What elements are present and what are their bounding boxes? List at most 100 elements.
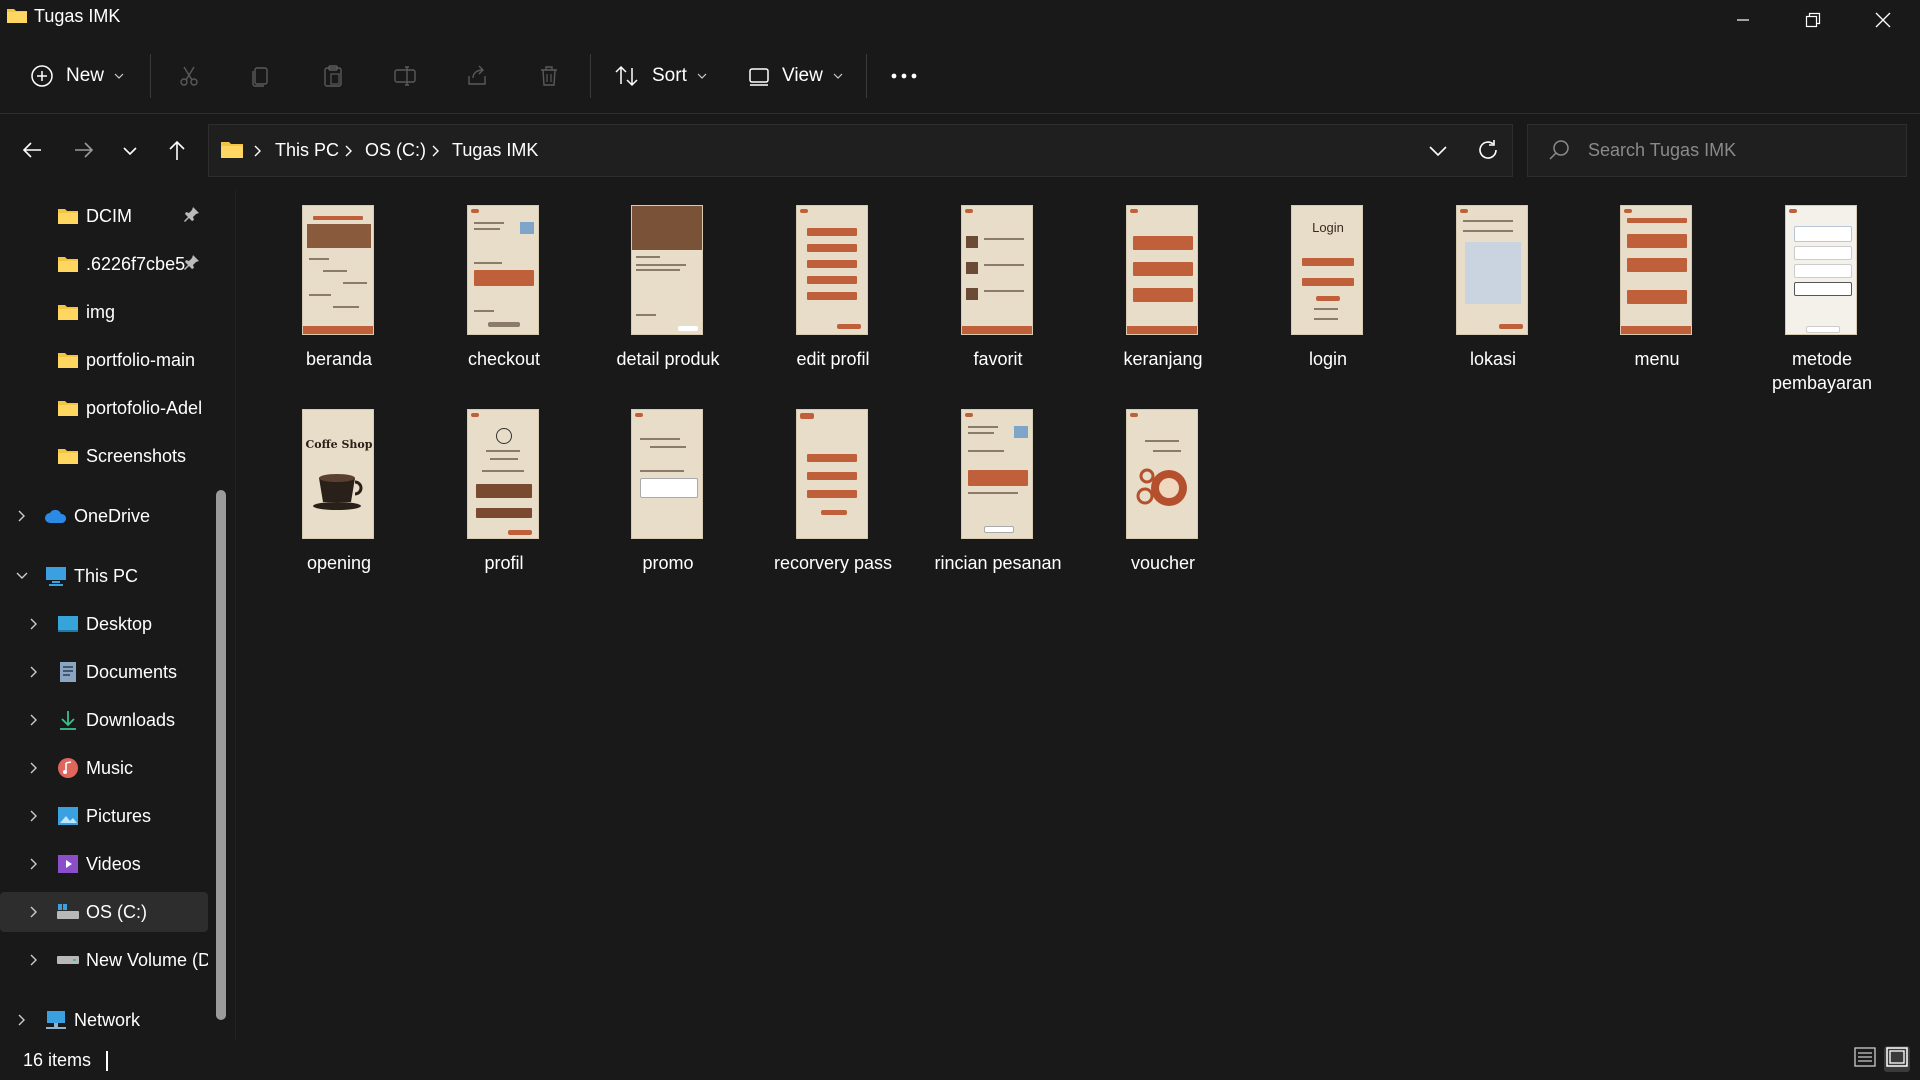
forward-button[interactable] [64,132,104,172]
file-name: metode pembayaran [1771,349,1873,393]
coffee-cup-icon [313,474,363,510]
sidebar-item-this-pc[interactable]: This PC [0,556,208,596]
chevron-right-icon[interactable] [27,857,41,871]
more-options-button[interactable] [890,50,918,102]
recent-locations-button[interactable] [110,132,150,172]
sidebar-item-onedrive[interactable]: OneDrive [0,496,208,536]
file-name: detail produk [616,349,720,369]
file-name: edit profil [796,349,870,369]
sidebar-item-videos[interactable]: Videos [0,844,208,884]
file-name: favorit [973,349,1023,369]
file-thumbnail [1785,205,1857,335]
sidebar-item-portfolio-main[interactable]: portfolio-main [0,340,208,380]
file-thumbnail [796,205,868,335]
view-button[interactable]: View [748,50,843,102]
search-input[interactable]: Search Tugas IMK [1527,124,1907,177]
refresh-icon[interactable] [1477,139,1499,166]
sidebar-item-music[interactable]: Music [0,748,208,788]
file-name: profil [484,553,524,573]
scissors-icon [177,64,201,88]
sidebar-item-dcim[interactable]: DCIM [0,196,208,236]
sidebar-item-new-volume-d[interactable]: New Volume (D [0,940,208,980]
sidebar-item-label: .6226f7cbe5 [86,253,186,274]
sidebar-item-label: Screenshots [86,445,187,466]
sidebar-item-label: img [86,301,116,322]
sidebar-item-portofolio-adel[interactable]: portofolio-Adel [0,388,208,428]
back-button[interactable] [12,132,52,172]
sidebar-item-screenshots[interactable]: Screenshots [0,436,208,476]
chevron-down-icon [123,143,137,161]
paste-button[interactable] [321,50,345,102]
sidebar-item-pictures[interactable]: Pictures [0,796,208,836]
file-thumbnail [631,409,703,539]
sidebar-item-label: Pictures [86,805,152,826]
chevron-right-icon[interactable] [27,617,41,631]
delete-button[interactable] [537,50,561,102]
file-thumbnail [1126,409,1198,539]
sidebar-item-label: portfolio-main [86,349,196,370]
chevron-right-icon[interactable] [15,509,29,523]
chevron-right-icon[interactable] [27,809,41,823]
chevron-right-icon[interactable] [27,761,41,775]
chevron-right-icon[interactable] [27,953,41,967]
rename-button[interactable] [393,50,419,102]
sidebar-item-documents[interactable]: Documents [0,652,208,692]
breadcrumb-os-c[interactable]: OS (C:) [365,125,426,176]
sidebar-item-network[interactable]: Network [0,1000,208,1040]
details-view-button[interactable] [1852,1046,1878,1072]
sidebar-item-downloads[interactable]: Downloads [0,700,208,740]
sidebar-item-label: Videos [86,853,141,874]
copy-button[interactable] [249,50,273,102]
search-placeholder: Search Tugas IMK [1588,140,1737,160]
sort-button[interactable]: Sort [614,50,707,102]
chevron-right-icon[interactable] [27,665,41,679]
chevron-right-icon[interactable] [27,905,41,919]
file-name: opening [306,553,372,573]
drive-icon [56,948,80,972]
title-bar: Tugas IMK [0,0,1920,40]
cloud-icon [44,504,68,528]
chevron-right-icon[interactable] [27,713,41,727]
large-icons-view-button[interactable] [1884,1046,1910,1072]
sidebar-item-os-c[interactable]: OS (C:) [0,892,208,932]
document-icon [56,660,80,684]
up-button[interactable] [157,132,197,172]
file-name: rincian pesanan [934,553,1062,573]
file-thumbnail [796,409,868,539]
windows-drive-icon [56,900,80,924]
chevron-down-icon[interactable] [15,569,29,583]
folder-icon [56,300,80,324]
restore-button[interactable] [1778,0,1848,40]
sidebar-item-label: New Volume (D [86,949,208,970]
command-bar: New Sort View [0,50,1920,102]
breadcrumb-this-pc[interactable]: This PC [275,125,339,176]
share-button[interactable] [465,50,489,102]
new-button[interactable]: New [30,50,124,102]
file-thumbnail [631,205,703,335]
latte-art-icon [1136,468,1187,506]
close-button[interactable] [1848,0,1918,40]
file-thumbnail [302,205,374,335]
trash-icon [537,64,561,88]
address-bar[interactable]: This PC OS (C:) Tugas IMK [208,124,1513,177]
chevron-right-icon[interactable] [15,1013,29,1027]
download-icon [56,708,80,732]
login-thumb-title: Login [1312,220,1344,235]
file-name: checkout [467,349,541,369]
sidebar-item-desktop[interactable]: Desktop [0,604,208,644]
file-name: lokasi [1469,349,1517,369]
cut-button[interactable] [177,50,201,102]
breadcrumb-tugas-imk[interactable]: Tugas IMK [452,125,538,176]
new-label: New [66,65,105,86]
folder-icon [220,139,244,164]
folder-icon [6,6,28,29]
sidebar-item-6226f7cbe5[interactable]: .6226f7cbe5 [0,244,208,284]
sidebar-scrollbar[interactable] [216,490,226,1020]
sidebar-item-img[interactable]: img [0,292,208,332]
view-icon [748,65,770,87]
address-history-dropdown[interactable] [1429,144,1447,162]
file-name: beranda [305,349,373,369]
thumbnail-view-icon [1886,1046,1908,1072]
minimize-button[interactable] [1708,0,1778,40]
sidebar-item-label: OneDrive [74,505,151,526]
